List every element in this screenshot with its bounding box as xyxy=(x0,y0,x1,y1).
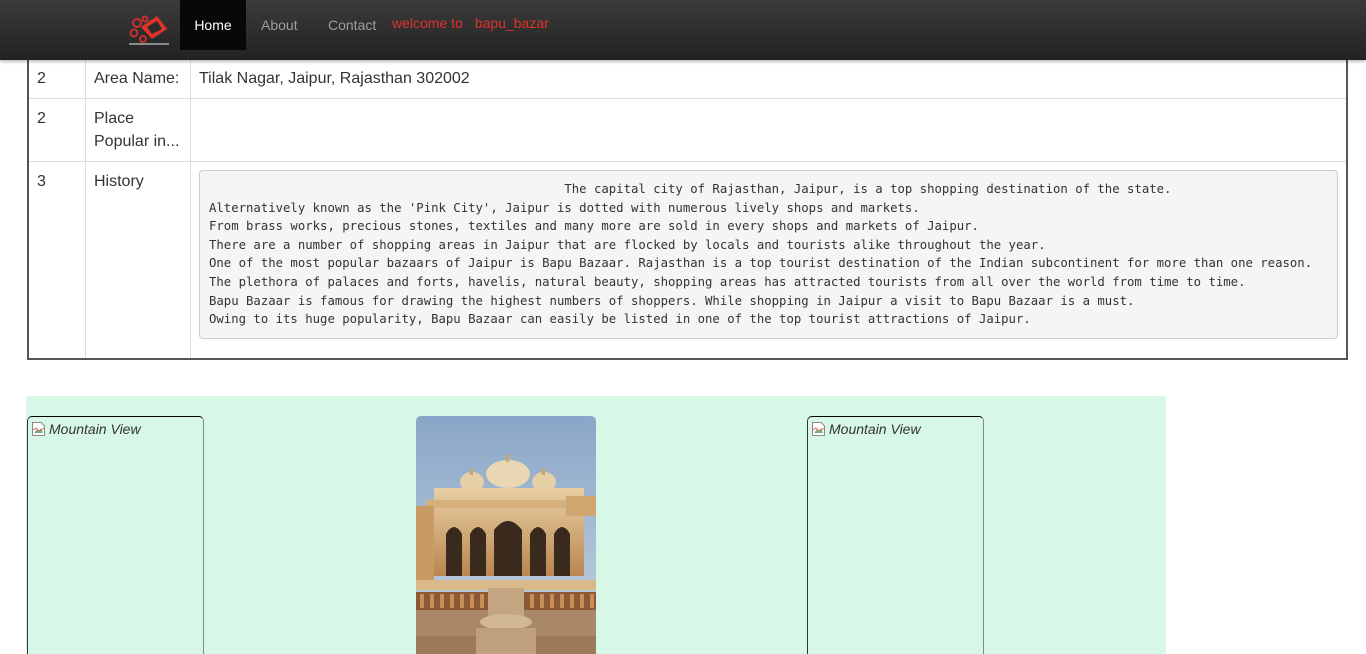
broken-image-icon xyxy=(812,422,825,436)
top-navbar: Home About Contact welcome to bapu_bazar xyxy=(0,0,1366,60)
history-line: The capital city of Rajasthan, Jaipur, i… xyxy=(209,182,1172,196)
bapu-bazar-logo-icon[interactable] xyxy=(127,13,171,47)
row-number: 2 xyxy=(27,98,86,162)
row-label: Area Name: xyxy=(85,58,191,99)
history-text: The capital city of Rajasthan, Jaipur, i… xyxy=(199,170,1338,339)
history-line: Owing to its huge popularity, Bapu Bazaa… xyxy=(209,312,1031,327)
history-line: Alternatively known as the 'Pink City', … xyxy=(209,200,920,215)
welcome-message: welcome to bapu_bazar xyxy=(392,15,549,31)
place-popular-value xyxy=(190,98,1348,162)
table-row: 2 Place Popular in... xyxy=(27,98,1348,162)
welcome-prefix: welcome to xyxy=(392,15,463,31)
welcome-username: bapu_bazar xyxy=(474,15,549,31)
broken-image-icon xyxy=(32,422,45,436)
row-label: History xyxy=(85,160,191,360)
row-number: 2 xyxy=(27,58,86,99)
nav-contact-link[interactable]: Contact xyxy=(328,0,376,50)
image-gallery: Mountain View Mountain View xyxy=(26,396,1166,654)
history-line: Bapu Bazaar is famous for drawing the hi… xyxy=(209,293,1135,308)
row-number: 3 xyxy=(27,160,86,360)
row-label: Place Popular in... xyxy=(85,98,191,162)
history-line: From brass works, precious stones, texti… xyxy=(209,219,979,234)
image-alt-text: Mountain View xyxy=(829,421,921,437)
image-alt-text: Mountain View xyxy=(49,421,141,437)
table-row: 2 Area Name: Tilak Nagar, Jaipur, Rajast… xyxy=(27,58,1348,99)
history-line: The plethora of palaces and forts, havel… xyxy=(209,274,1246,289)
nav-about-link[interactable]: About xyxy=(261,0,298,50)
info-table: 2 Area Name: Tilak Nagar, Jaipur, Rajast… xyxy=(27,30,1348,360)
broken-image[interactable]: Mountain View xyxy=(27,416,204,654)
area-name-value: Tilak Nagar, Jaipur, Rajasthan 302002 xyxy=(190,58,1348,99)
nav-home-link[interactable]: Home xyxy=(180,0,246,50)
palace-photo-icon[interactable] xyxy=(416,416,596,654)
broken-image[interactable]: Mountain View xyxy=(807,416,984,654)
table-row: 3 History The capital city of Rajasthan,… xyxy=(27,160,1348,360)
history-line: There are a number of shopping areas in … xyxy=(209,237,1046,252)
history-line: One of the most popular bazaars of Jaipu… xyxy=(209,256,1313,271)
